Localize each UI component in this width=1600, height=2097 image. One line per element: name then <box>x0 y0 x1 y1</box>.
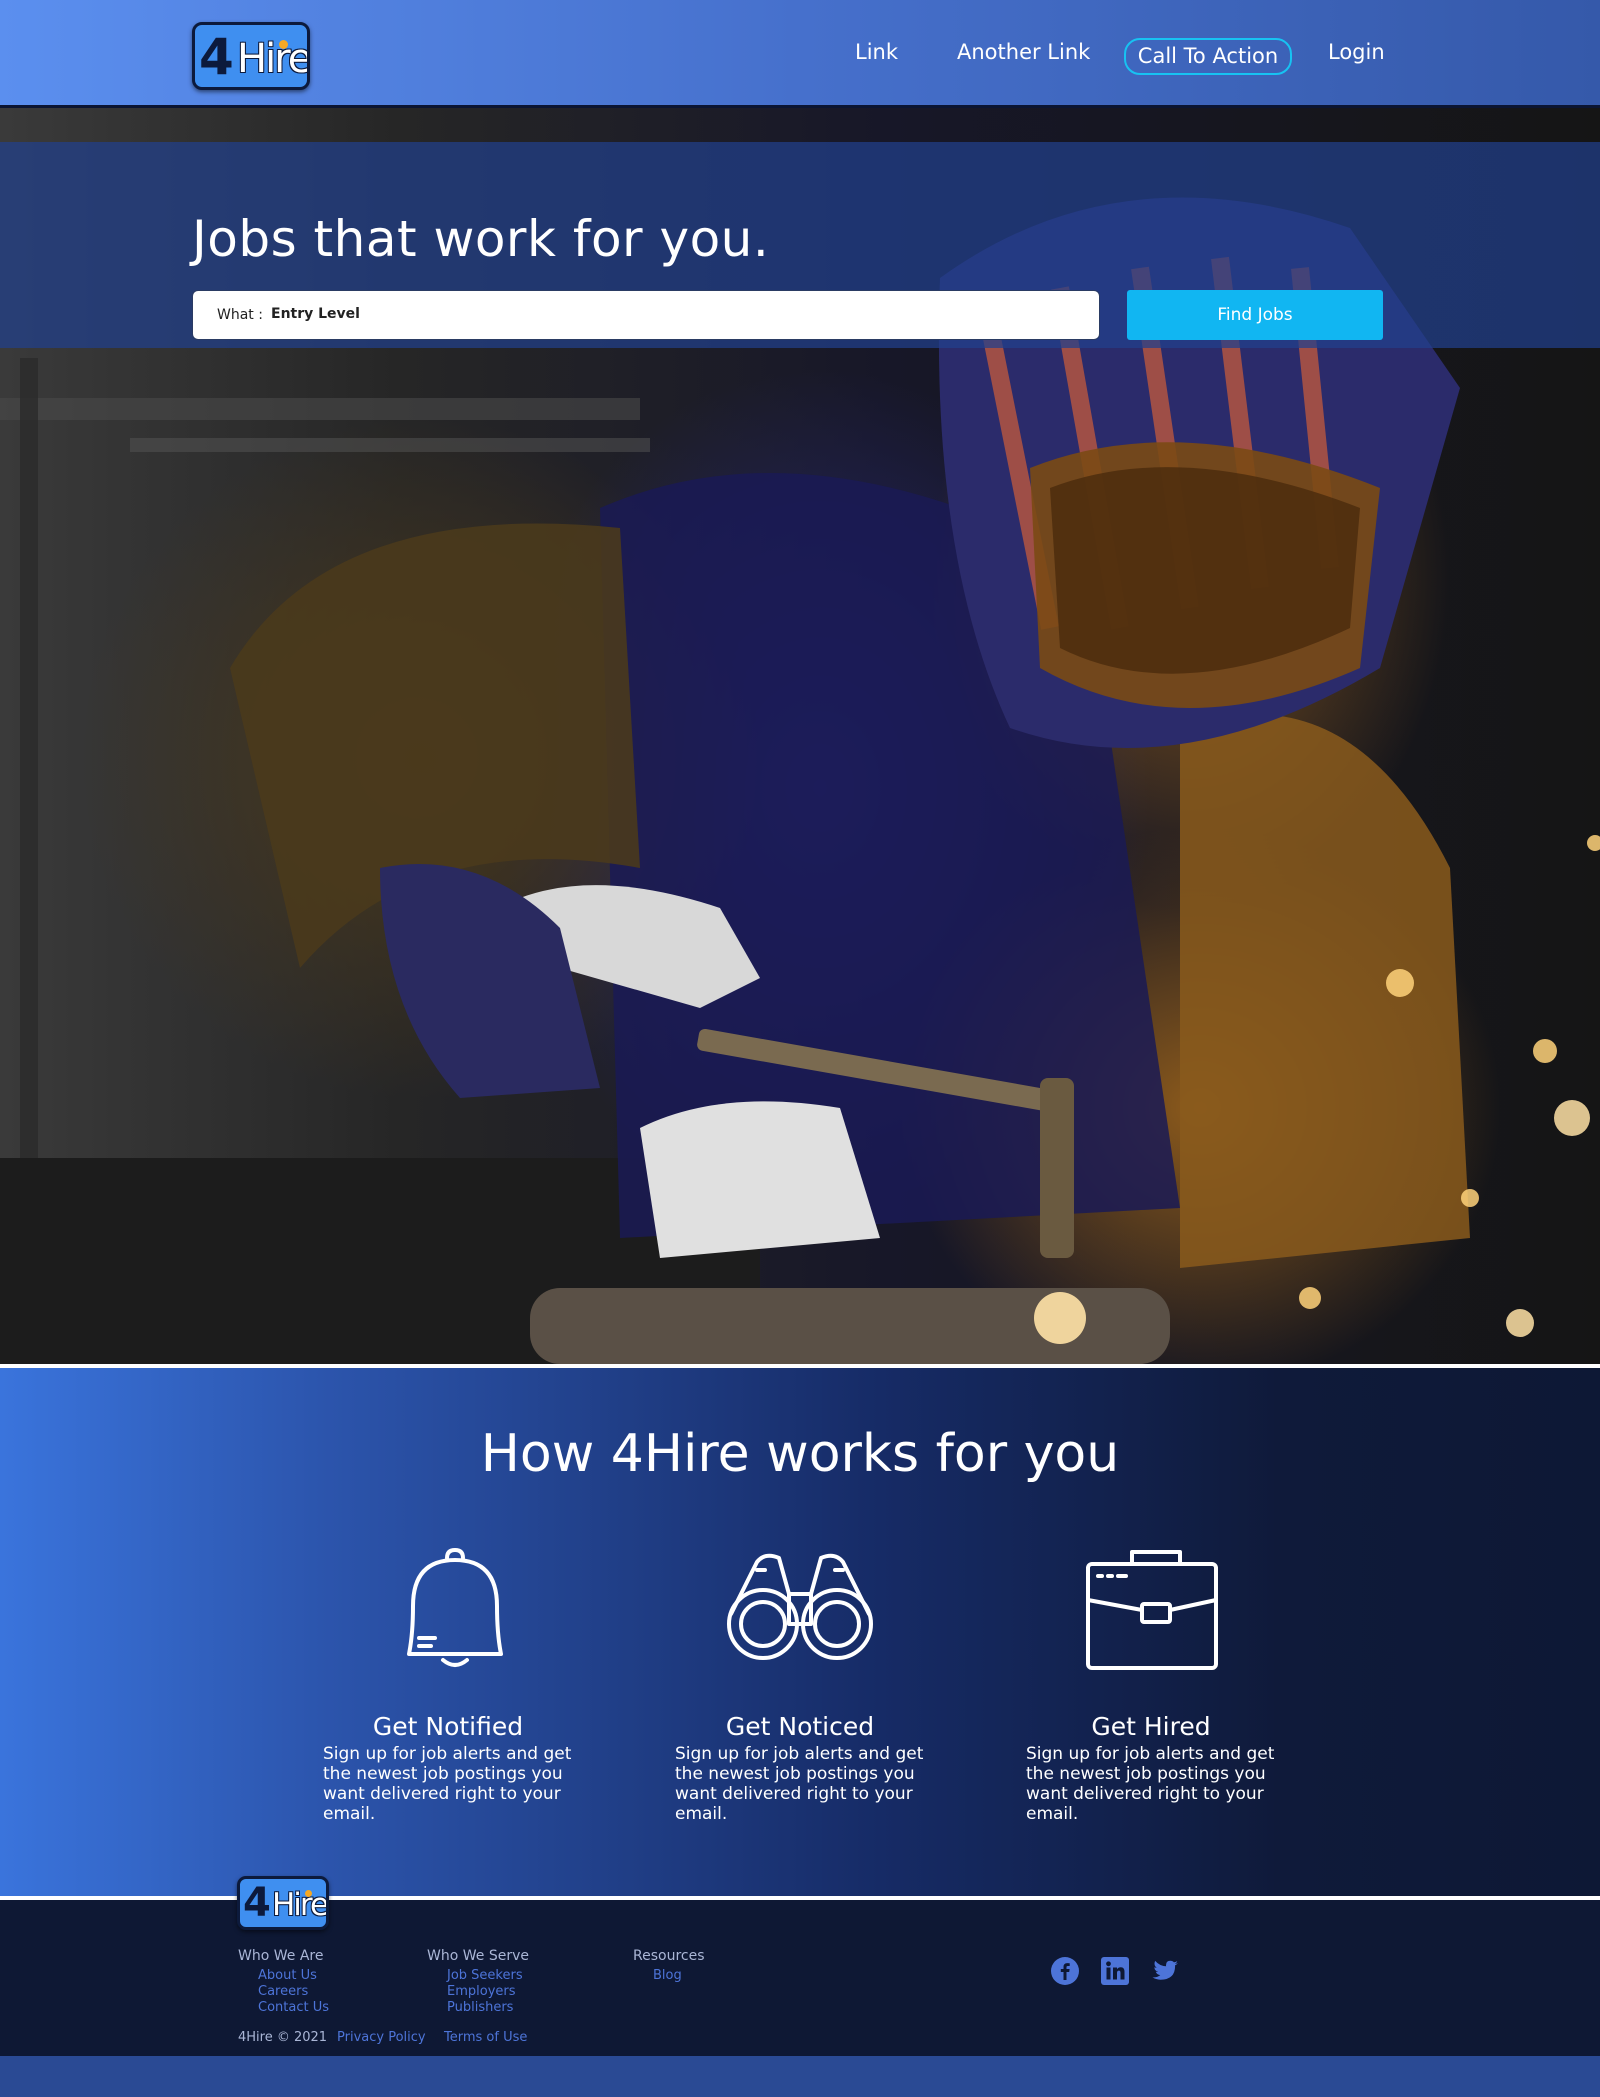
footer-link-blog[interactable]: Blog <box>653 1968 705 1984</box>
logo-dot <box>305 1890 312 1897</box>
privacy-policy-link[interactable]: Privacy Policy <box>337 2030 426 2045</box>
search-input[interactable]: What : Entry Level <box>192 290 1100 340</box>
footer-column-resources: Resources Blog <box>633 1948 705 1984</box>
footer-link-employers[interactable]: Employers <box>447 1984 529 2000</box>
how-title: How 4Hire works for you <box>480 1424 1120 1484</box>
footer-column-who-we-are: Who We Are About Us Careers Contact Us <box>238 1948 329 2016</box>
footer-link-contact-us[interactable]: Contact Us <box>258 2000 329 2016</box>
logo-mark: 4 <box>199 28 234 86</box>
footer-link-publishers[interactable]: Publishers <box>447 2000 529 2016</box>
find-jobs-button[interactable]: Find Jobs <box>1127 290 1383 340</box>
logo-mark: 4 <box>243 1880 271 1926</box>
footer-column-who-we-serve: Who We Serve Job Seekers Employers Publi… <box>427 1948 529 2016</box>
login-link[interactable]: Login <box>1328 40 1385 64</box>
logo-wordmark: Hire <box>272 1887 328 1923</box>
logo[interactable]: 4 Hire <box>192 22 310 90</box>
linkedin-icon[interactable] <box>1100 1956 1130 1986</box>
call-to-action-button[interactable]: Call To Action <box>1124 38 1292 75</box>
feature-title: Get Noticed <box>725 1712 875 1741</box>
bell-icon <box>407 1548 503 1667</box>
nav-link[interactable]: Link <box>855 40 898 64</box>
footer-heading: Who We Are <box>238 1948 324 1964</box>
how-it-works-section: How 4Hire works for you Get Notified Sig… <box>0 1364 1600 1896</box>
footer-link-job-seekers[interactable]: Job Seekers <box>447 1968 529 1984</box>
feature-text: Sign up for job alerts and get the newes… <box>675 1744 924 1824</box>
logo-dot <box>279 40 288 49</box>
feature-text: Sign up for job alerts and get the newes… <box>323 1744 572 1824</box>
footer-link-careers[interactable]: Careers <box>258 1984 329 2000</box>
briefcase-icon <box>1086 1550 1218 1670</box>
nav-another-link[interactable]: Another Link <box>957 40 1090 64</box>
terms-of-use-link[interactable]: Terms of Use <box>444 2030 527 2045</box>
footer: 4 Hire Who We Are About Us Careers Conta… <box>0 1876 1600 2056</box>
copyright: 4Hire © 2021 <box>238 2030 328 2045</box>
hero-section: Jobs that work for you. What : Entry Lev… <box>0 108 1600 1364</box>
twitter-icon[interactable] <box>1150 1956 1180 1986</box>
navbar: 4 Hire Link Another Link Call To Action … <box>0 0 1600 108</box>
feature-text: Sign up for job alerts and get the newes… <box>1026 1744 1275 1824</box>
search-label: What : <box>217 307 263 323</box>
footer-logo[interactable]: 4 Hire <box>237 1876 329 1930</box>
feature-title: Get Hired <box>1091 1712 1211 1741</box>
footer-heading: Who We Serve <box>427 1948 529 1964</box>
hero-search-band: Jobs that work for you. What : Entry Lev… <box>0 142 1600 348</box>
feature-title: Get Notified <box>372 1712 524 1741</box>
facebook-icon[interactable] <box>1050 1956 1080 1986</box>
footer-heading: Resources <box>633 1948 705 1964</box>
logo-wordmark: Hire <box>237 36 310 82</box>
hero-title: Jobs that work for you. <box>192 210 770 268</box>
search-value[interactable]: Entry Level <box>271 306 360 322</box>
footer-link-about-us[interactable]: About Us <box>258 1968 329 1984</box>
binoculars-icon <box>727 1553 873 1660</box>
bottom-bar <box>0 2056 1600 2097</box>
